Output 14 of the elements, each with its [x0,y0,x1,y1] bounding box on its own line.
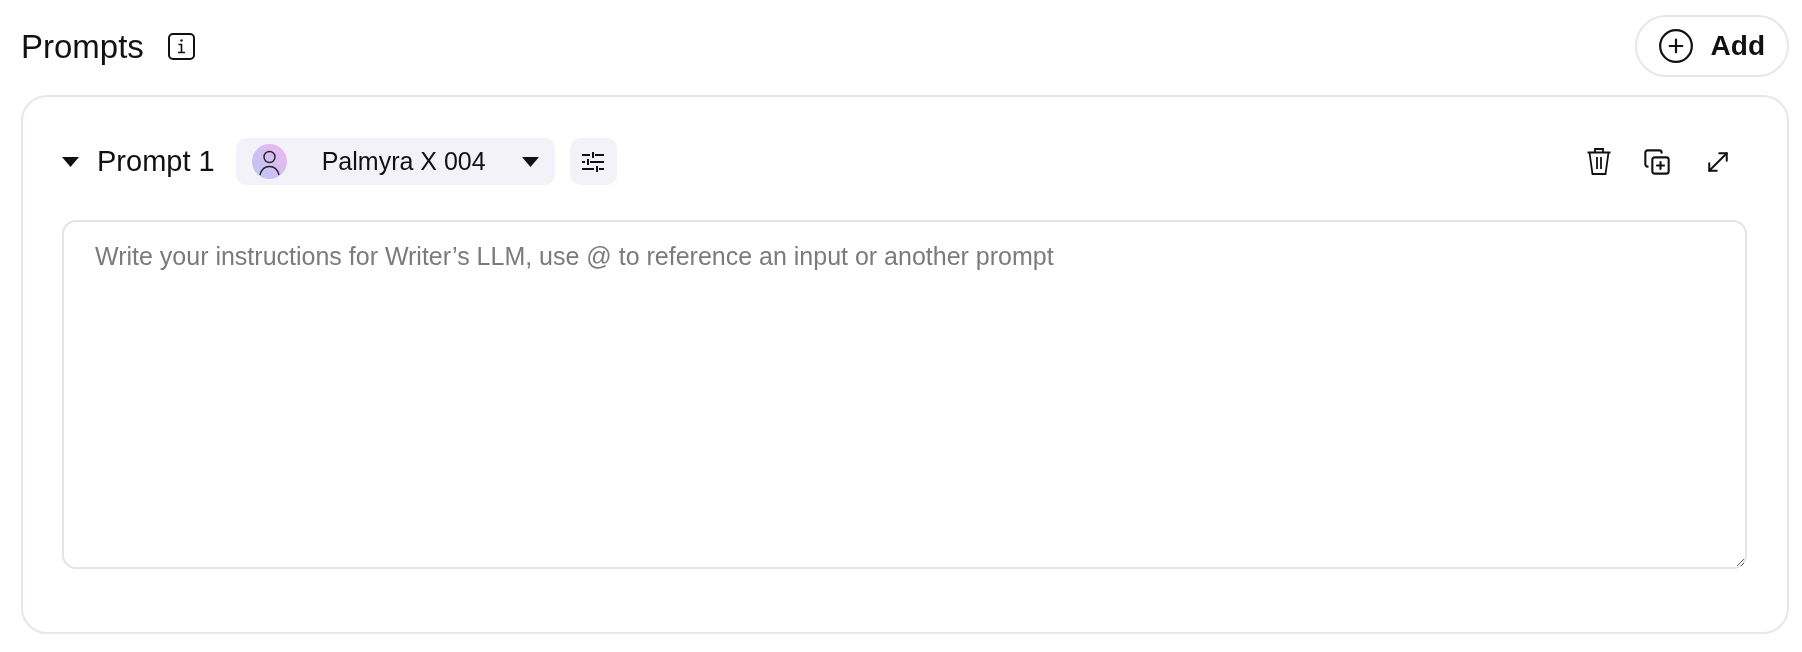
trash-icon[interactable] [1587,148,1611,175]
settings-button[interactable] [569,138,617,185]
plus-circle-icon [1656,27,1695,65]
page-title: Prompts [21,29,144,63]
info-icon[interactable] [167,32,195,60]
avatar-icon [251,144,287,179]
sliders-icon [582,151,605,172]
add-button[interactable]: Add [1634,15,1789,77]
caret-down-icon[interactable] [62,156,79,167]
prompt-title: Prompt 1 [97,147,215,176]
model-selector[interactable]: Palmyra X 004 [235,138,555,185]
caret-down-icon [521,156,539,167]
prompt-input-field[interactable]: Write your instructions for Writer’s LLM, use @ to reference an input or another prompt [62,220,1747,569]
copy-plus-icon[interactable] [1643,147,1671,176]
